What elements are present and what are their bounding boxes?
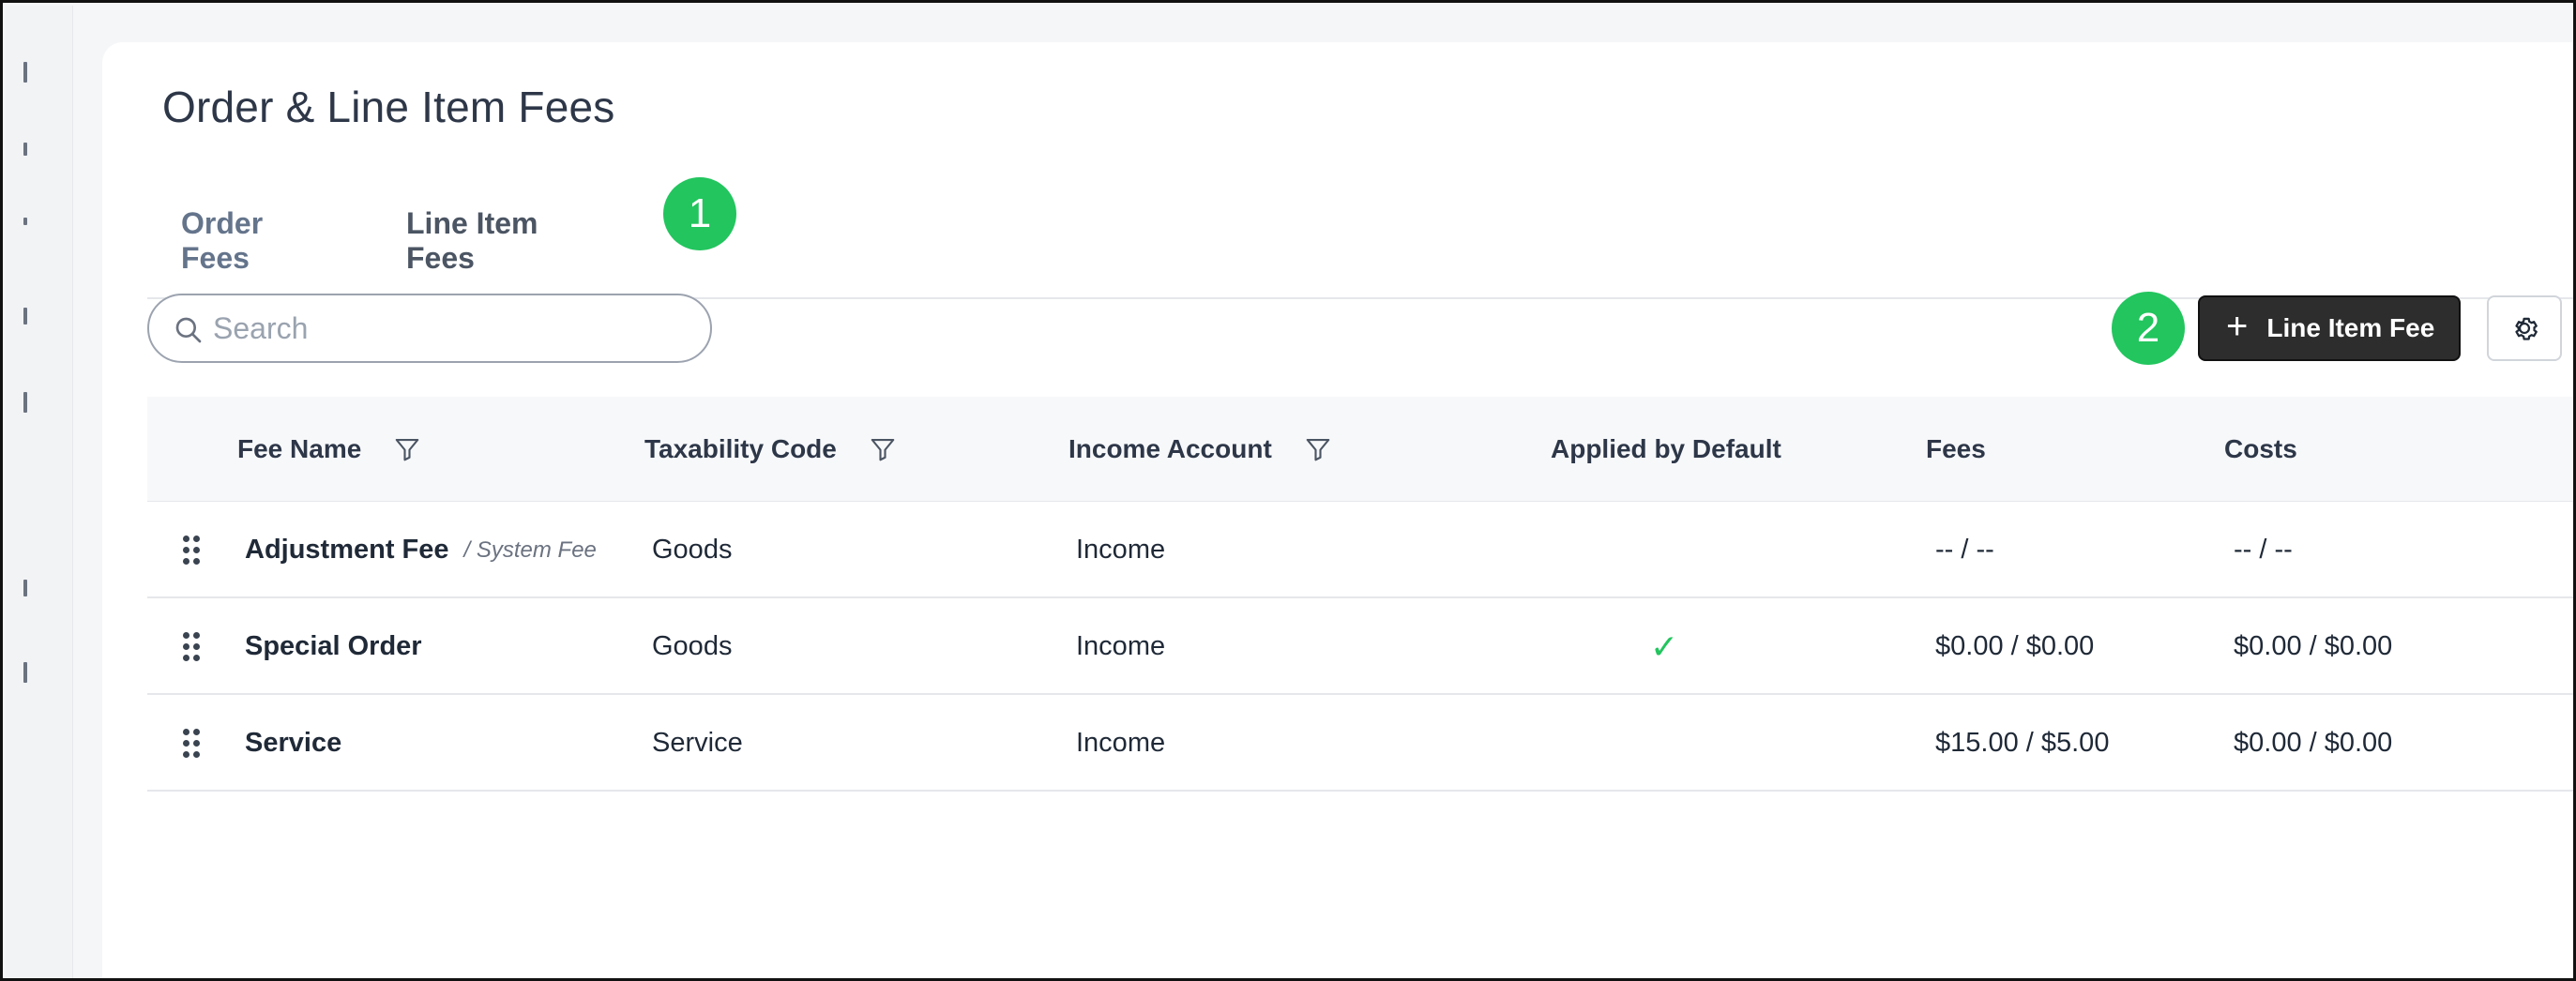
sidebar-glyph	[23, 662, 27, 683]
fee-tabs: Order Fees Line Item Fees	[147, 183, 2573, 301]
filter-icon[interactable]	[393, 435, 421, 463]
settings-button[interactable]	[2487, 295, 2562, 361]
search-input[interactable]	[213, 305, 682, 352]
sidebar-glyph	[23, 218, 27, 225]
fee-name: Adjustment Fee	[245, 535, 449, 565]
drag-handle-icon[interactable]	[183, 536, 202, 566]
taxability-code-cell: Service	[652, 728, 743, 758]
taxability-code-cell: Goods	[652, 631, 733, 661]
sidebar-glyph	[23, 308, 27, 324]
system-fee-tag: / System Fee	[463, 536, 597, 563]
sidebar-glyph	[23, 62, 27, 83]
fees-cell: $15.00 / $5.00	[1935, 728, 2110, 758]
add-line-item-fee-button[interactable]: + Line Item Fee	[2198, 295, 2461, 361]
drag-handle-icon[interactable]	[183, 632, 202, 662]
step-badge-1: 1	[663, 177, 736, 250]
fee-name-cell: Adjustment Fee / System Fee	[245, 502, 597, 598]
header-income-account: Income Account	[1068, 397, 1332, 502]
tab-order-fees[interactable]: Order Fees	[147, 183, 372, 299]
filter-icon[interactable]	[1304, 435, 1332, 463]
main-panel: Order & Line Item Fees Order Fees Line I…	[102, 42, 2573, 978]
taxability-code-cell: Goods	[652, 535, 733, 565]
fees-cell: -- / --	[1935, 535, 1994, 565]
costs-cell: -- / --	[2234, 535, 2293, 565]
header-applied-by-default: Applied by Default	[1551, 434, 1781, 463]
header-fee-name: Fee Name	[237, 397, 421, 502]
header-taxability-code-label: Taxability Code	[644, 434, 837, 463]
filter-icon[interactable]	[869, 435, 897, 463]
search-field[interactable]	[147, 294, 712, 363]
table-row[interactable]: Adjustment Fee / System Fee Goods Income…	[147, 502, 2573, 598]
fees-table-header: Fee Name Taxability Code Income Account …	[147, 397, 2573, 502]
table-row[interactable]: Service Service Income $15.00 / $5.00 $0…	[147, 695, 2573, 792]
search-icon	[175, 317, 202, 343]
sidebar-glyph	[23, 392, 27, 413]
income-account-cell: Income	[1076, 535, 1166, 565]
check-icon: ✓	[1650, 626, 1679, 666]
costs-cell: $0.00 / $0.00	[2234, 728, 2393, 758]
fee-name: Special Order	[245, 631, 422, 661]
costs-cell: $0.00 / $0.00	[2234, 631, 2393, 661]
header-income-account-label: Income Account	[1068, 434, 1272, 463]
page-title: Order & Line Item Fees	[162, 83, 615, 131]
table-row[interactable]: Special Order Goods Income ✓ $0.00 / $0.…	[147, 598, 2573, 695]
step-badge-2: 2	[2112, 292, 2185, 365]
tab-line-item-fees[interactable]: Line Item Fees	[372, 183, 644, 301]
fee-name: Service	[245, 728, 342, 758]
header-taxability-code: Taxability Code	[644, 397, 897, 502]
app-frame: Order & Line Item Fees Order Fees Line I…	[0, 0, 2576, 981]
plus-icon: +	[2226, 306, 2249, 347]
income-account-cell: Income	[1076, 631, 1166, 661]
income-account-cell: Income	[1076, 728, 1166, 758]
fees-cell: $0.00 / $0.00	[1935, 631, 2095, 661]
sidebar-glyph	[23, 143, 27, 156]
gear-icon	[2515, 317, 2538, 340]
fee-name-cell: Service	[245, 695, 341, 792]
sidebar-glyph	[23, 580, 27, 596]
left-sidebar-edge	[6, 6, 73, 978]
drag-handle-icon[interactable]	[183, 729, 202, 759]
header-fee-name-label: Fee Name	[237, 434, 362, 463]
add-line-item-fee-label: Line Item Fee	[2266, 313, 2435, 342]
fee-name-cell: Special Order	[245, 598, 422, 695]
header-fees: Fees	[1926, 434, 1986, 463]
header-costs: Costs	[2224, 434, 2297, 463]
